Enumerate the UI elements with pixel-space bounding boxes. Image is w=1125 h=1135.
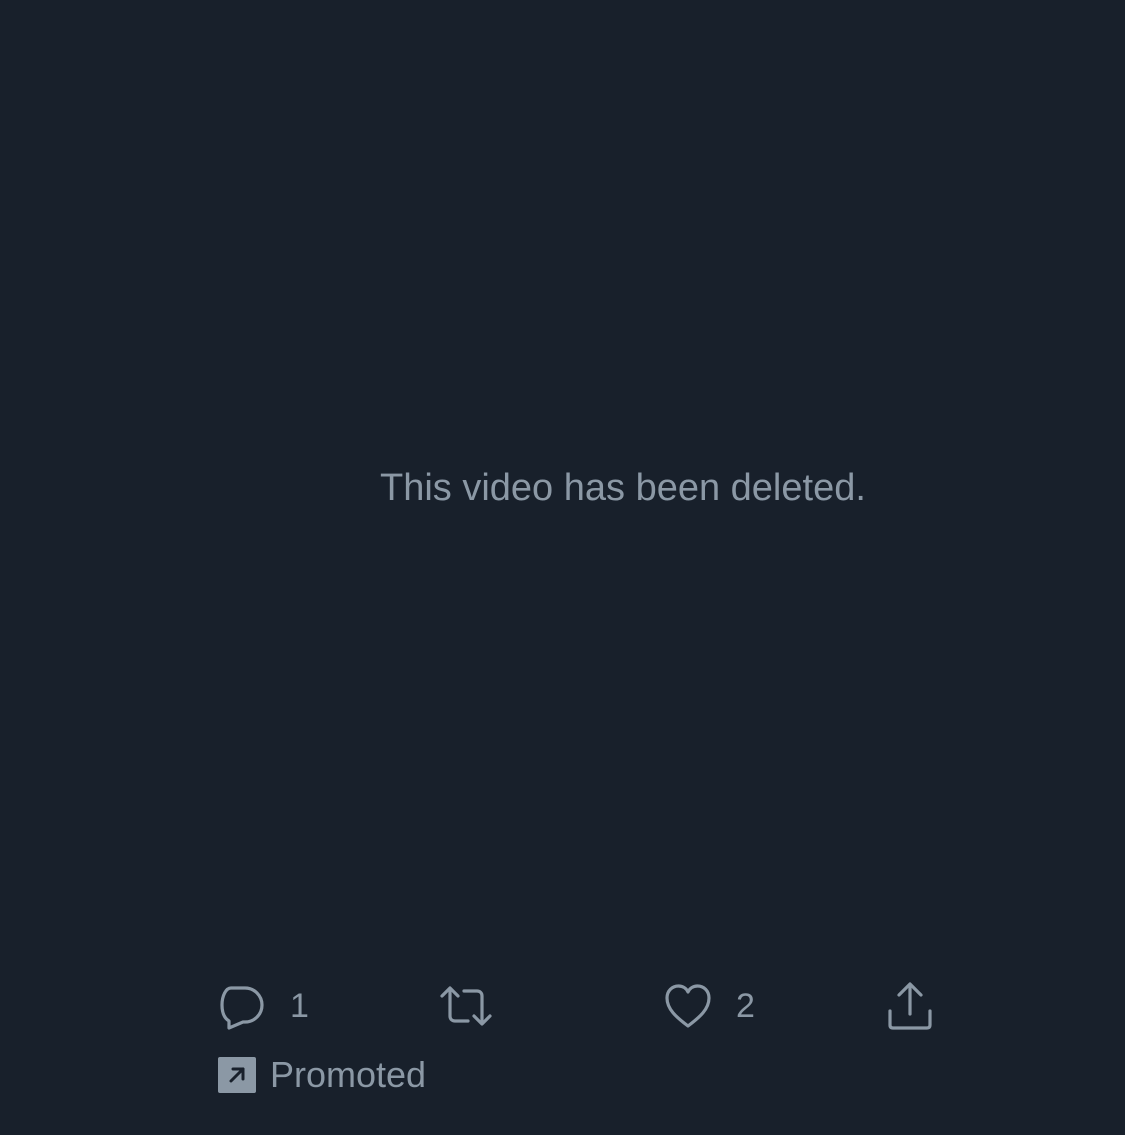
retweet-icon [438, 980, 494, 1032]
promoted-arrow-icon [218, 1057, 256, 1093]
share-button[interactable] [884, 978, 936, 1034]
deleted-video-message: This video has been deleted. [380, 467, 866, 509]
promoted-indicator: Promoted [218, 1054, 426, 1096]
reply-icon [216, 980, 268, 1032]
deleted-media-placeholder: This video has been deleted. [0, 0, 1125, 960]
tweet-action-bar: 1 2 [0, 978, 1125, 1034]
retweet-button[interactable] [438, 978, 516, 1034]
reply-count: 1 [290, 987, 309, 1025]
heart-icon [662, 980, 714, 1032]
reply-button[interactable]: 1 [216, 978, 309, 1034]
like-button[interactable]: 2 [662, 978, 755, 1034]
like-count: 2 [736, 987, 755, 1025]
share-icon [884, 980, 936, 1032]
promoted-label: Promoted [270, 1054, 427, 1095]
